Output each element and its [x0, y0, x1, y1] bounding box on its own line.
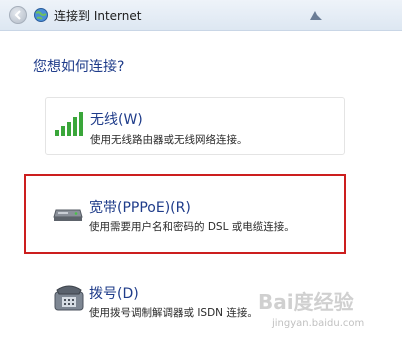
option-wireless[interactable]: 无线(W) 使用无线路由器或无线网络连接。: [45, 97, 345, 155]
option-wireless-title: 无线(W): [90, 112, 143, 128]
option-broadband-title: 宽带(PPPoE)(R): [89, 200, 191, 216]
window-title: 连接到 Internet: [54, 9, 142, 23]
wireless-signal-icon: [55, 112, 83, 136]
network-globe-icon: [34, 8, 48, 22]
option-dialup-description: 使用拨号调制解调器或 ISDN 连接。: [89, 307, 258, 319]
option-wireless-description: 使用无线路由器或无线网络连接。: [90, 134, 248, 146]
option-broadband[interactable]: 宽带(PPPoE)(R) 使用需要用户名和密码的 DSL 或电缆连接。: [24, 174, 346, 254]
baidu-watermark: Bai度经验: [258, 290, 354, 314]
broadband-modem-icon: [53, 209, 83, 221]
connection-question: 您想如何连接?: [33, 59, 125, 75]
option-dialup-title: 拨号(D): [89, 286, 139, 302]
baidu-watermark-url: jingyan.baidu.com: [272, 318, 365, 329]
window-title-bar: 连接到 Internet: [0, 0, 402, 31]
back-arrow-icon: [14, 10, 21, 20]
back-button[interactable]: [9, 6, 27, 24]
network-decoration-icon: [310, 11, 322, 20]
option-broadband-description: 使用需要用户名和密码的 DSL 或电缆连接。: [89, 221, 295, 233]
dialup-phone-icon: [54, 285, 84, 311]
